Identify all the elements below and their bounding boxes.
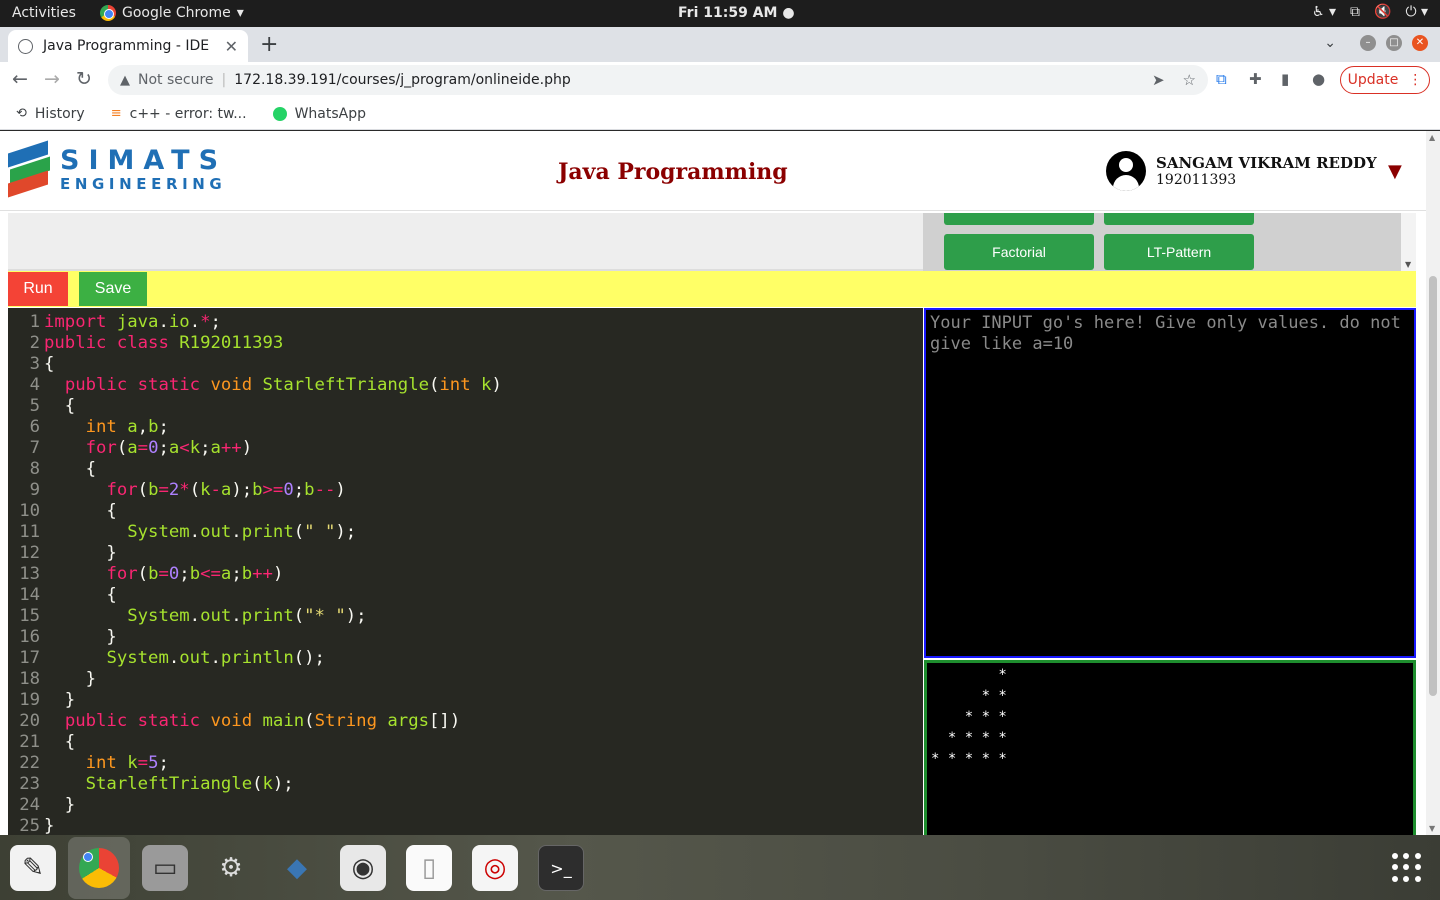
avatar-icon bbox=[1106, 151, 1146, 191]
tab-strip: Java Programming - IDE ✕ + ⌄ – □ ✕ bbox=[0, 27, 1440, 62]
sample-programs-area: Factorial LT-Pattern ▼ bbox=[8, 213, 1416, 271]
bookmarks-bar: ⟲ History ≡ c++ - error: tw... WhatsApp bbox=[0, 98, 1440, 130]
url-text: 172.18.39.191/courses/j_program/onlineid… bbox=[234, 72, 571, 88]
extension-icon[interactable]: ⧉ bbox=[1216, 70, 1227, 88]
app-menu[interactable]: Google Chrome ▾ bbox=[100, 5, 244, 21]
sample-button-hidden-2[interactable] bbox=[1104, 213, 1254, 225]
files-icon[interactable]: ▭ bbox=[142, 845, 188, 891]
new-tab-button[interactable]: + bbox=[260, 32, 278, 57]
update-label: Update bbox=[1347, 72, 1399, 88]
back-button[interactable]: ← bbox=[12, 68, 28, 90]
sample-button-hidden-1[interactable] bbox=[944, 213, 1094, 225]
maximize-button[interactable]: □ bbox=[1386, 35, 1402, 51]
line-numbers: 1 2 3 4 5 6 7 8 9 10 11 12 13 14 15 16 1… bbox=[19, 312, 40, 835]
chrome-icon[interactable] bbox=[76, 845, 122, 891]
address-bar[interactable]: ▲ Not secure | 172.18.39.191/courses/j_p… bbox=[108, 65, 1208, 95]
run-button[interactable]: Run bbox=[8, 272, 68, 306]
program-input-textarea[interactable]: Your INPUT go's here! Give only values. … bbox=[924, 308, 1416, 658]
python-icon[interactable]: ◆ bbox=[274, 845, 320, 891]
page-title: Java Programming bbox=[558, 159, 788, 185]
show-apps-icon[interactable] bbox=[1392, 853, 1422, 883]
program-output: * * * * * * * * * * * * * * * bbox=[924, 660, 1416, 835]
send-icon[interactable]: ➤ bbox=[1152, 71, 1165, 89]
user-menu-caret-icon[interactable]: ▼ bbox=[1388, 161, 1402, 182]
settings-tools-icon[interactable]: ⚙ bbox=[208, 845, 254, 891]
tab-search-icon[interactable]: ⌄ bbox=[1324, 35, 1336, 51]
app-menu-label: Google Chrome bbox=[122, 5, 231, 21]
code-editor[interactable]: 1 2 3 4 5 6 7 8 9 10 11 12 13 14 15 16 1… bbox=[8, 308, 923, 835]
rhythmbox-icon[interactable]: ◉ bbox=[340, 845, 386, 891]
terminal-icon[interactable]: >_ bbox=[538, 845, 584, 891]
web-page: SIMATS ENGINEERING Java Programming SANG… bbox=[0, 131, 1426, 835]
chrome-icon bbox=[100, 5, 116, 21]
text-editor-icon[interactable]: ✎ bbox=[10, 845, 56, 891]
sample-panel-scrollbar[interactable]: ▼ bbox=[1401, 213, 1416, 271]
browser-toolbar: ← → ↻ ▲ Not secure | 172.18.39.191/cours… bbox=[0, 62, 1440, 98]
user-name: SANGAM VIKRAM REDDY bbox=[1156, 154, 1377, 172]
side-panel-icon[interactable]: ▮ bbox=[1281, 70, 1289, 88]
scroll-down-icon[interactable]: ▼ bbox=[1429, 824, 1435, 833]
globe-icon bbox=[18, 38, 33, 54]
app-icon[interactable]: ◎ bbox=[472, 845, 518, 891]
browser-tab[interactable]: Java Programming - IDE ✕ bbox=[8, 30, 248, 62]
action-bar: Run Save bbox=[8, 271, 1416, 307]
network-icon[interactable]: ⧉ bbox=[1350, 4, 1360, 20]
user-id: 192011393 bbox=[1156, 172, 1237, 188]
update-button[interactable]: Update ⋮ bbox=[1340, 66, 1430, 94]
bookmark-star-icon[interactable]: ☆ bbox=[1183, 71, 1196, 89]
scroll-down-icon[interactable]: ▼ bbox=[1405, 260, 1411, 269]
window-controls: ⌄ – □ ✕ bbox=[1324, 35, 1428, 51]
stackoverflow-icon: ≡ bbox=[110, 106, 122, 121]
save-button[interactable]: Save bbox=[79, 272, 147, 306]
sample-programs-panel[interactable]: Factorial LT-Pattern bbox=[923, 213, 1401, 271]
system-top-bar: Activities Google Chrome ▾ Fri 11:59 AM … bbox=[0, 0, 1440, 27]
bookmark-whatsapp[interactable]: WhatsApp bbox=[272, 106, 366, 122]
minimize-button[interactable]: – bbox=[1360, 35, 1376, 51]
scroll-up-icon[interactable]: ▲ bbox=[1429, 133, 1435, 142]
warning-icon: ▲ bbox=[120, 72, 130, 88]
tab-title: Java Programming - IDE bbox=[43, 38, 210, 54]
puzzle-icon[interactable]: ✚ bbox=[1249, 70, 1262, 88]
bookmark-history[interactable]: ⟲ History bbox=[16, 106, 85, 122]
clock[interactable]: Fri 11:59 AM ● bbox=[678, 5, 795, 21]
caret-down-icon: ▾ bbox=[236, 5, 244, 21]
sample-button-factorial[interactable]: Factorial bbox=[944, 234, 1094, 270]
page-scrollbar-thumb[interactable] bbox=[1429, 276, 1437, 696]
power-icon[interactable]: ⏻ ▾ bbox=[1405, 4, 1428, 20]
page-scrollbar[interactable]: ▲ ▼ bbox=[1426, 131, 1440, 835]
logo-mark-icon bbox=[8, 140, 52, 198]
logo-line1: SIMATS bbox=[60, 145, 228, 176]
dock: ✎ ▭ ⚙ ◆ ◉ ▯ ◎ >_ bbox=[0, 835, 1440, 900]
bookmark-stackoverflow[interactable]: ≡ c++ - error: tw... bbox=[111, 106, 247, 122]
code-content[interactable]: import java.io.*; public class R19201139… bbox=[44, 312, 502, 835]
history-icon: ⟲ bbox=[16, 106, 27, 121]
reload-button[interactable]: ↻ bbox=[76, 68, 92, 90]
user-profile[interactable]: SANGAM VIKRAM REDDY 192011393 bbox=[1106, 151, 1377, 191]
profile-icon[interactable]: ● bbox=[1312, 70, 1325, 88]
sample-button-lt-pattern[interactable]: LT-Pattern bbox=[1104, 234, 1254, 270]
accessibility-icon[interactable]: ♿ ▾ bbox=[1312, 4, 1336, 20]
close-tab-icon[interactable]: ✕ bbox=[225, 37, 238, 56]
volume-icon[interactable]: 🔇 bbox=[1374, 4, 1391, 20]
system-tray[interactable]: ♿ ▾ ⧉ 🔇 ⏻ ▾ bbox=[1312, 4, 1428, 20]
document-icon[interactable]: ▯ bbox=[406, 845, 452, 891]
whatsapp-icon bbox=[272, 106, 287, 121]
not-secure-label: Not secure bbox=[138, 72, 214, 88]
logo-line2: ENGINEERING bbox=[60, 175, 227, 193]
forward-button[interactable]: → bbox=[44, 68, 60, 90]
site-header: SIMATS ENGINEERING Java Programming SANG… bbox=[0, 131, 1426, 211]
kebab-menu-icon: ⋮ bbox=[1408, 72, 1423, 88]
close-window-button[interactable]: ✕ bbox=[1412, 35, 1428, 51]
simats-logo[interactable]: SIMATS ENGINEERING bbox=[8, 140, 228, 198]
activities-button[interactable]: Activities bbox=[12, 5, 76, 21]
separator: | bbox=[221, 72, 227, 88]
